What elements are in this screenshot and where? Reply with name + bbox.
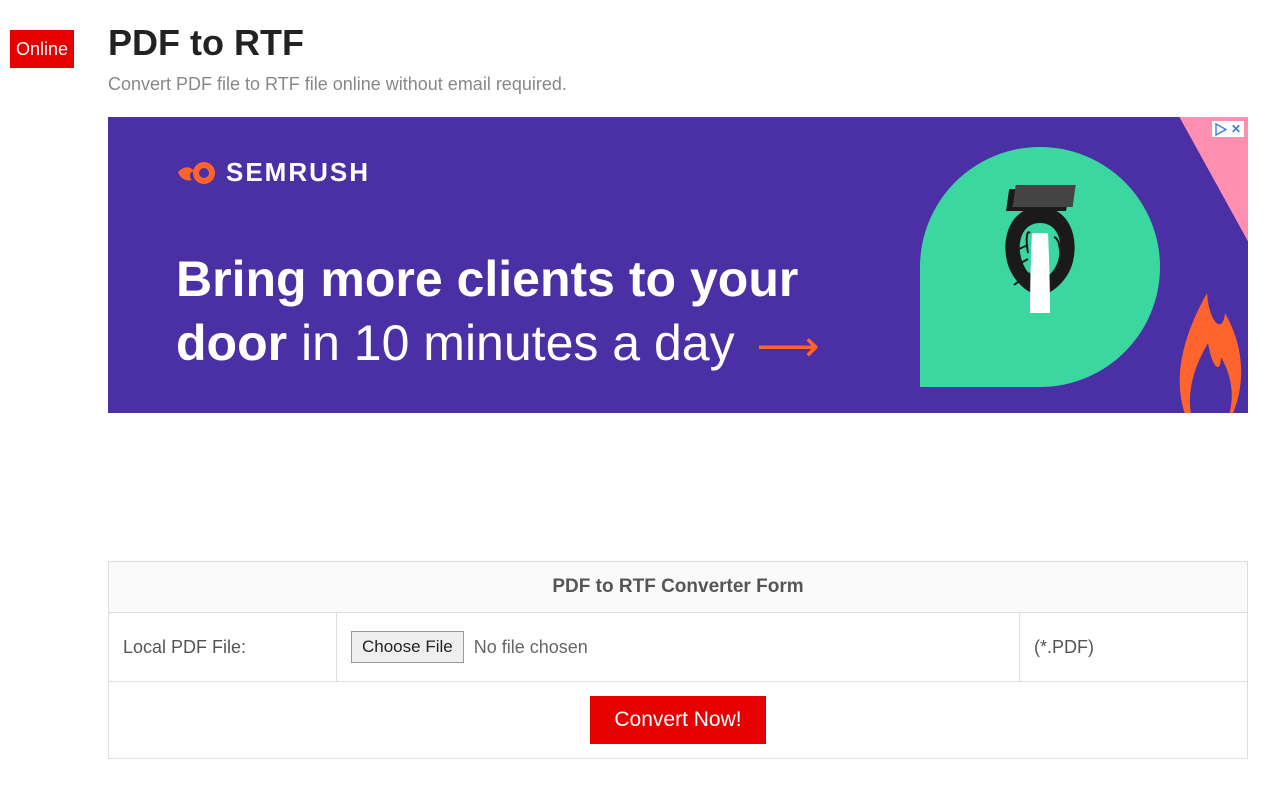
ad-headline: Bring more clients to your door in 10 mi… (176, 247, 820, 375)
file-row-label: Local PDF File: (109, 613, 337, 682)
ad-logo: SEMRUSH (176, 157, 370, 188)
form-header: PDF to RTF Converter Form (109, 562, 1248, 613)
file-input-cell: Choose File No file chosen (337, 613, 1020, 682)
page-title: PDF to RTF (108, 22, 1248, 64)
flame-icon (1163, 253, 1248, 413)
converter-form: PDF to RTF Converter Form Local PDF File… (108, 561, 1248, 759)
no-file-chosen-text: No file chosen (474, 637, 588, 658)
submit-cell: Convert Now! (109, 682, 1248, 759)
ad-headline-bold-2: door (176, 315, 287, 371)
page-subtitle: Convert PDF file to RTF file online with… (108, 74, 1248, 95)
adchoices-icon[interactable] (1212, 121, 1228, 137)
file-extension-hint: (*.PDF) (1020, 613, 1248, 682)
ad-brand-text: SEMRUSH (226, 157, 370, 188)
ad-headline-bold-1: Bring more clients to your (176, 251, 798, 307)
ad-banner[interactable]: SEMRUSH Bring more clients to your door … (108, 117, 1248, 413)
choose-file-button[interactable]: Choose File (351, 631, 464, 663)
fireball-icon (176, 158, 216, 188)
door-knocker-icon (980, 183, 1100, 323)
ad-close-icon[interactable]: ✕ (1228, 121, 1244, 137)
online-badge: Online (10, 30, 74, 68)
convert-now-button[interactable]: Convert Now! (590, 696, 765, 744)
decorative-circle (920, 147, 1160, 387)
ad-headline-rest: in 10 minutes a day (287, 315, 735, 371)
decorative-triangle (1147, 117, 1248, 275)
arrow-right-icon: ⟶ (749, 322, 820, 371)
